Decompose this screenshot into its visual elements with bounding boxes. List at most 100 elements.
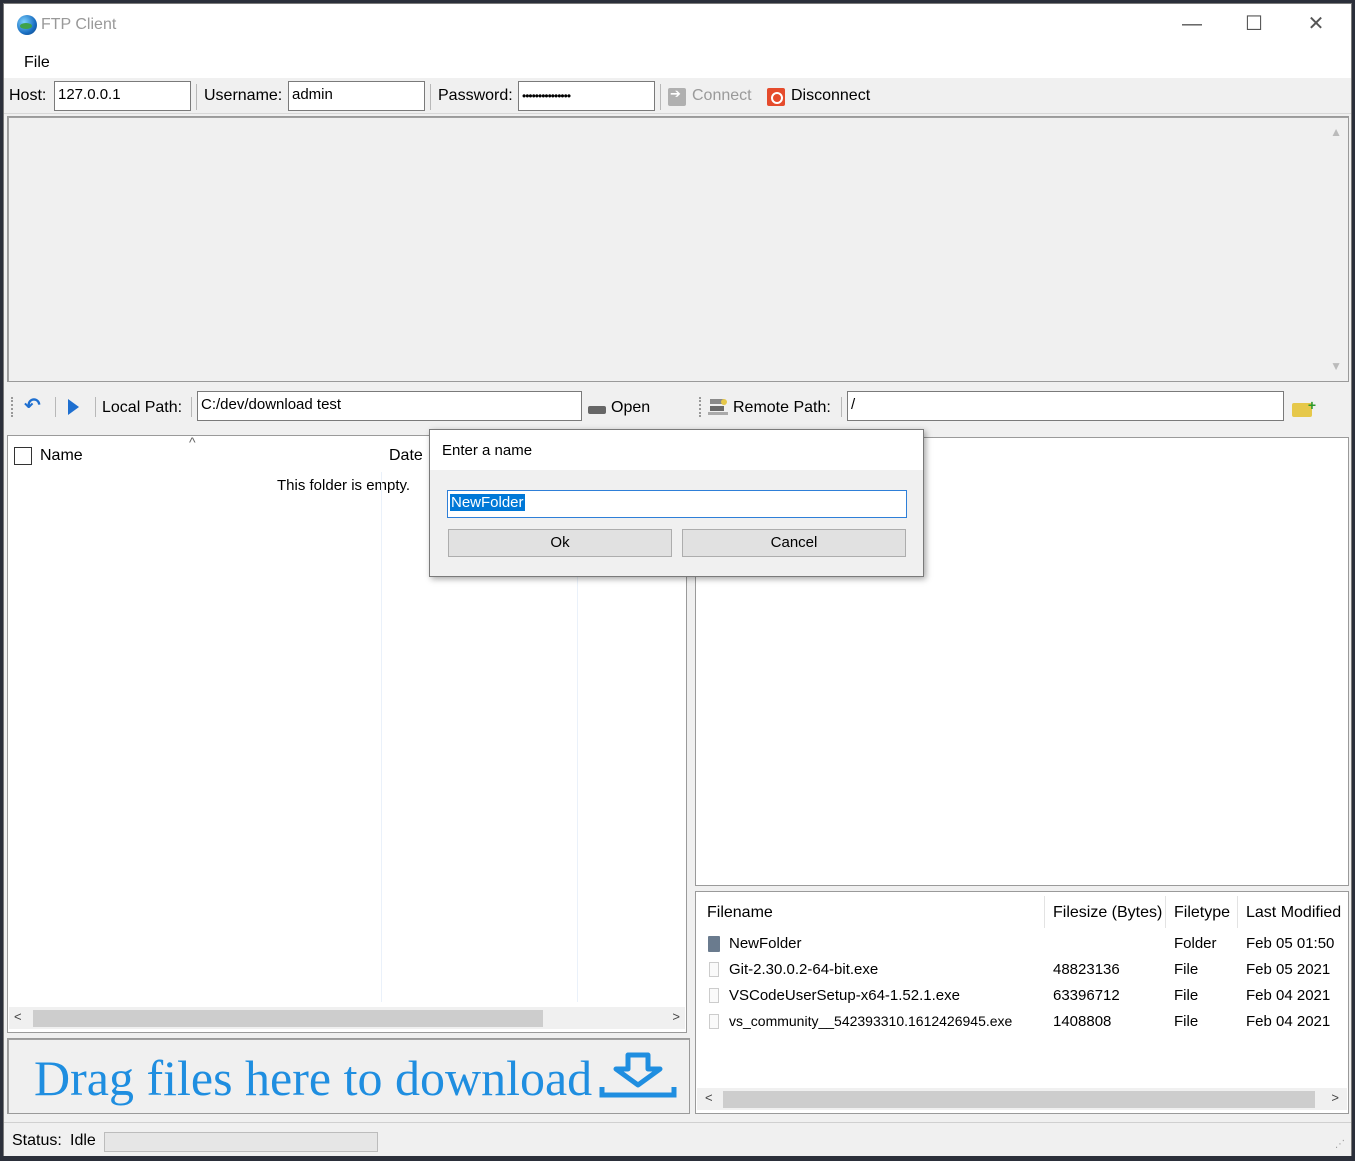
scroll-up-icon[interactable]: ▲ — [1330, 125, 1342, 139]
local-path-bar: ↶ Local Path: C:/dev/download test Open — [7, 388, 687, 426]
ftp-client-window: FTP Client — ☐ ✕ File Host: 127.0.0.1 Us… — [3, 3, 1352, 1156]
menu-bar: File — [4, 46, 1351, 78]
file-row[interactable]: NewFolder Folder Feb 05 01:50 — [696, 932, 1348, 958]
sort-ascending-icon: ^ — [189, 434, 196, 450]
scroll-right-icon[interactable]: > — [672, 1009, 680, 1024]
username-label: Username: — [204, 87, 283, 104]
close-button[interactable]: ✕ — [1285, 4, 1347, 46]
password-label: Password: — [438, 87, 513, 104]
remote-file-list[interactable]: Filename Filesize (Bytes) Filetype Last … — [695, 891, 1349, 1114]
scroll-left-icon[interactable]: < — [14, 1009, 22, 1024]
connect-icon — [668, 86, 686, 106]
server-icon — [708, 399, 728, 415]
remote-path-bar: Remote Path: / — [695, 388, 1349, 426]
remote-column-filetype[interactable]: Filetype — [1174, 904, 1230, 922]
toolbar-grip — [699, 397, 701, 417]
password-input[interactable]: ••••••••••••••• — [518, 81, 655, 111]
toolbar-separator — [191, 397, 192, 417]
dialog-title: Enter a name — [430, 430, 923, 470]
file-icon — [709, 1014, 719, 1029]
status-value: Idle — [70, 1132, 96, 1149]
file-name: VSCodeUserSetup-x64-1.52.1.exe — [729, 987, 960, 1004]
resize-grip-icon[interactable]: ⋰ — [1335, 1139, 1345, 1150]
minimize-button[interactable]: — — [1161, 4, 1223, 46]
local-path-label: Local Path: — [102, 399, 183, 416]
host-label: Host: — [9, 87, 47, 104]
file-modified: Feb 05 01:50 — [1246, 935, 1335, 952]
scroll-left-icon[interactable]: < — [705, 1090, 713, 1105]
file-icon — [709, 962, 719, 977]
cancel-button[interactable]: Cancel — [682, 529, 906, 557]
window-title: FTP Client — [41, 16, 117, 33]
toolbar-separator — [95, 397, 96, 417]
file-size: 1408808 — [1053, 1013, 1112, 1030]
remote-column-filename[interactable]: Filename — [707, 904, 773, 922]
status-label: Status: — [12, 1132, 62, 1149]
connect-button[interactable]: Connect — [692, 87, 752, 105]
open-button[interactable]: Open — [611, 399, 650, 417]
power-icon — [767, 88, 785, 106]
new-folder-icon[interactable] — [1292, 397, 1316, 417]
toolbar-grip — [11, 397, 13, 417]
folder-icon — [708, 936, 720, 952]
username-input[interactable]: admin — [288, 81, 425, 111]
host-input[interactable]: 127.0.0.1 — [54, 81, 191, 111]
disconnect-button[interactable]: Disconnect — [791, 87, 870, 105]
local-column-date[interactable]: Date — [389, 447, 423, 465]
toolbar-separator — [196, 84, 197, 110]
column-divider — [381, 472, 382, 1002]
remote-horizontal-scrollbar[interactable]: < > — [697, 1088, 1347, 1110]
column-divider — [1165, 896, 1166, 928]
log-area[interactable]: ▲ ▼ — [7, 116, 1349, 382]
title-bar: FTP Client — ☐ ✕ — [4, 4, 1351, 46]
status-bar: Status: Idle ⋰ — [4, 1122, 1351, 1156]
selected-text: NewFolder — [450, 494, 525, 511]
scrollbar-thumb[interactable] — [723, 1091, 1315, 1108]
file-type: File — [1174, 987, 1199, 1004]
file-type: File — [1174, 961, 1199, 978]
maximize-button[interactable]: ☐ — [1223, 4, 1285, 46]
refresh-icon[interactable]: ↶ — [24, 393, 41, 418]
file-row[interactable]: VSCodeUserSetup-x64-1.52.1.exe 63396712 … — [696, 984, 1348, 1010]
file-type: Folder — [1174, 935, 1217, 952]
remote-path-input[interactable]: / — [847, 391, 1284, 421]
scrollbar-thumb[interactable] — [33, 1010, 543, 1027]
file-size: 63396712 — [1053, 987, 1120, 1004]
file-row[interactable]: Git-2.30.0.2-64-bit.exe 48823136 File Fe… — [696, 958, 1348, 984]
folder-name-input[interactable]: NewFolder — [447, 490, 907, 518]
scroll-down-icon[interactable]: ▼ — [1330, 359, 1342, 373]
file-icon — [709, 988, 719, 1003]
file-type: File — [1174, 1013, 1199, 1030]
drop-zone-text: Drag files here to download — [34, 1050, 593, 1106]
file-modified: Feb 04 2021 — [1246, 987, 1331, 1004]
remote-column-last-modified[interactable]: Last Modified — [1246, 904, 1341, 922]
play-icon[interactable] — [68, 399, 79, 415]
globe-icon — [17, 15, 37, 35]
download-icon — [599, 1052, 677, 1098]
file-modified: Feb 05 2021 — [1246, 961, 1331, 978]
file-size: 48823136 — [1053, 961, 1120, 978]
remote-path-label: Remote Path: — [733, 399, 831, 416]
select-all-checkbox[interactable] — [14, 447, 32, 465]
column-divider — [1237, 896, 1238, 928]
local-path-input[interactable]: C:/dev/download test — [197, 391, 582, 421]
progress-bar — [104, 1132, 378, 1152]
scroll-right-icon[interactable]: > — [1331, 1090, 1339, 1105]
toolbar-separator — [660, 84, 661, 110]
enter-name-dialog: Enter a name NewFolder Ok Cancel — [429, 429, 924, 577]
column-divider — [1044, 896, 1045, 928]
menu-file[interactable]: File — [24, 54, 50, 72]
empty-folder-message: This folder is empty. — [277, 477, 411, 494]
file-name: Git-2.30.0.2-64-bit.exe — [729, 961, 879, 978]
remote-column-filesize[interactable]: Filesize (Bytes) — [1053, 904, 1162, 922]
drive-icon — [588, 406, 606, 414]
download-drop-zone[interactable]: Drag files here to download — [7, 1038, 690, 1114]
file-name: vs_community__542393310.1612426945.exe — [729, 1013, 1013, 1029]
file-modified: Feb 04 2021 — [1246, 1013, 1331, 1030]
local-column-name[interactable]: Name — [40, 447, 83, 465]
toolbar-separator — [55, 397, 56, 417]
file-row[interactable]: vs_community__542393310.1612426945.exe 1… — [696, 1010, 1348, 1036]
local-horizontal-scrollbar[interactable]: < > — [9, 1007, 685, 1029]
ok-button[interactable]: Ok — [448, 529, 672, 557]
toolbar-separator — [430, 84, 431, 110]
